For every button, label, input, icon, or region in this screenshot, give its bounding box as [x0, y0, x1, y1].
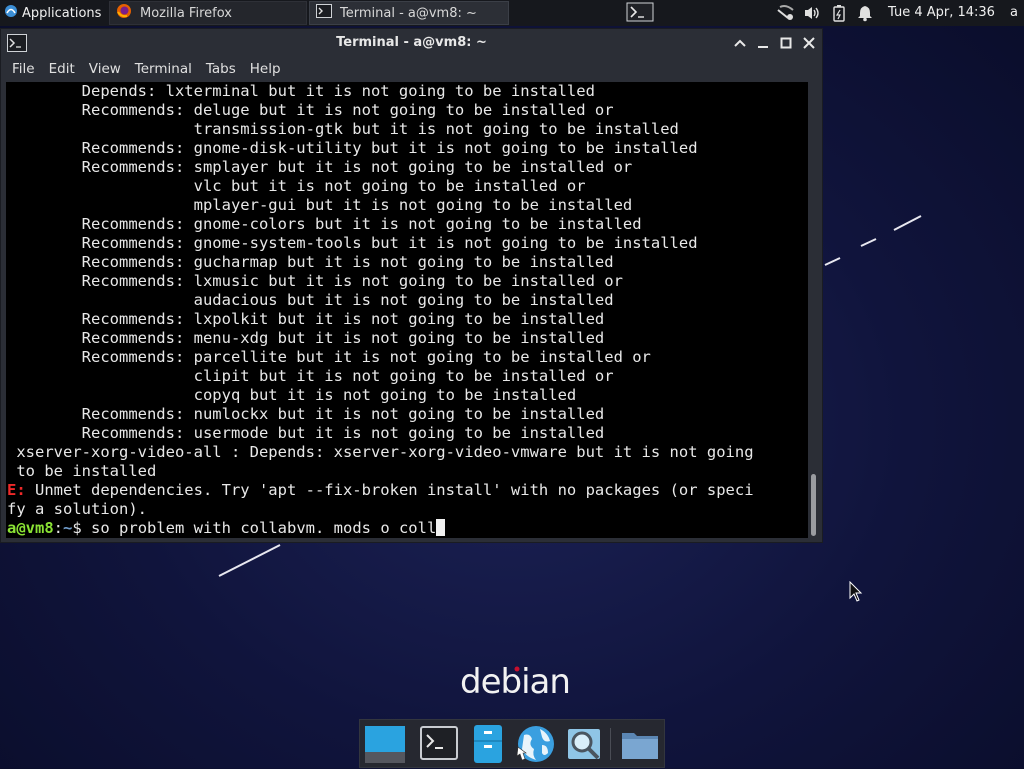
terminal-line: Depends: lxterminal but it is not going …	[7, 82, 595, 100]
prompt-separator: :	[53, 519, 64, 537]
menu-help[interactable]: Help	[243, 61, 288, 77]
command-input[interactable]: so problem with collabvm. mods o coll	[91, 519, 436, 537]
terminal-line: Recommends: lxpolkit but it is not going…	[7, 310, 605, 328]
terminal-line: Recommends: gnome-disk-utility but it is…	[7, 139, 698, 157]
terminal-output[interactable]: Depends: lxterminal but it is not going …	[6, 82, 808, 538]
terminal-line: audacious but it is not going to be inst…	[7, 291, 614, 309]
terminal-prompt-line[interactable]: a@vm8:~$ so problem with collabvm. mods …	[7, 519, 446, 538]
terminal-line: Recommends: gnome-system-tools but it is…	[7, 234, 698, 252]
terminal-line: Recommends: parcellite but it is not goi…	[7, 348, 651, 366]
prompt-dollar: $	[72, 519, 92, 537]
file-manager-icon[interactable]	[466, 723, 510, 765]
terminal-window: Terminal - a@vm8: ~ File Edit View Termi…	[0, 28, 823, 543]
terminal-line: clipit but it is not going to be install…	[7, 367, 614, 385]
debian-logo-dot	[514, 666, 520, 672]
menu-tabs[interactable]: Tabs	[199, 61, 243, 77]
dock-separator	[610, 728, 611, 760]
terminal-error-line-continued: fy a solution).	[7, 500, 147, 518]
terminal-line: Recommends: gnome-colors but it is not g…	[7, 215, 642, 233]
shade-button[interactable]	[730, 33, 750, 53]
scrollbar-track[interactable]	[810, 82, 820, 538]
error-text: Unmet dependencies. Try 'apt --fix-broke…	[25, 481, 754, 499]
show-desktop-icon[interactable]	[363, 723, 407, 765]
maximize-button[interactable]	[776, 33, 796, 53]
folder-icon[interactable]	[618, 723, 662, 765]
minimize-button[interactable]	[753, 33, 773, 53]
search-icon[interactable]	[562, 723, 606, 765]
menu-file[interactable]: File	[1, 61, 42, 77]
window-title: Terminal - a@vm8: ~	[336, 35, 487, 50]
terminal-line: transmission-gtk but it is not going to …	[7, 120, 679, 138]
terminal-line: mplayer-gui but it is not going to be in…	[7, 196, 633, 214]
menu-edit[interactable]: Edit	[42, 61, 82, 77]
terminal-error-line: E: Unmet dependencies. Try 'apt --fix-br…	[7, 481, 754, 500]
mouse-pointer-icon	[849, 580, 863, 607]
terminal-line: Recommends: lxmusic but it is not going …	[7, 272, 623, 290]
terminal-line: Recommends: menu-xdg but it is not going…	[7, 329, 605, 347]
terminal-line: Recommends: deluge but it is not going t…	[7, 101, 614, 119]
window-menubar: File Edit View Terminal Tabs Help	[1, 57, 822, 81]
prompt-path: ~	[63, 519, 73, 537]
window-titlebar[interactable]: Terminal - a@vm8: ~	[1, 29, 822, 57]
terminal-line: xserver-xorg-video-all : Depends: xserve…	[7, 443, 754, 461]
web-browser-icon[interactable]	[514, 723, 558, 765]
error-prefix: E:	[7, 481, 26, 499]
prompt-user: a@vm8	[7, 519, 54, 537]
terminal-line: vlc but it is not going to be installed …	[7, 177, 586, 195]
menu-view[interactable]: View	[82, 61, 128, 77]
text-cursor	[436, 519, 446, 536]
terminal-icon[interactable]	[417, 723, 461, 765]
terminal-line: Recommends: smplayer but it is not going…	[7, 158, 633, 176]
scrollbar-thumb[interactable]	[811, 474, 816, 536]
menu-terminal[interactable]: Terminal	[128, 61, 199, 77]
terminal-line: Recommends: numlockx but it is not going…	[7, 405, 605, 423]
terminal-line: copyq but it is not going to be installe…	[7, 386, 577, 404]
terminal-line: Recommends: usermode but it is not going…	[7, 424, 605, 442]
terminal-line: Recommends: gucharmap but it is not goin…	[7, 253, 614, 271]
dock	[359, 719, 665, 768]
close-button[interactable]	[799, 33, 819, 53]
terminal-line: to be installed	[7, 462, 157, 480]
